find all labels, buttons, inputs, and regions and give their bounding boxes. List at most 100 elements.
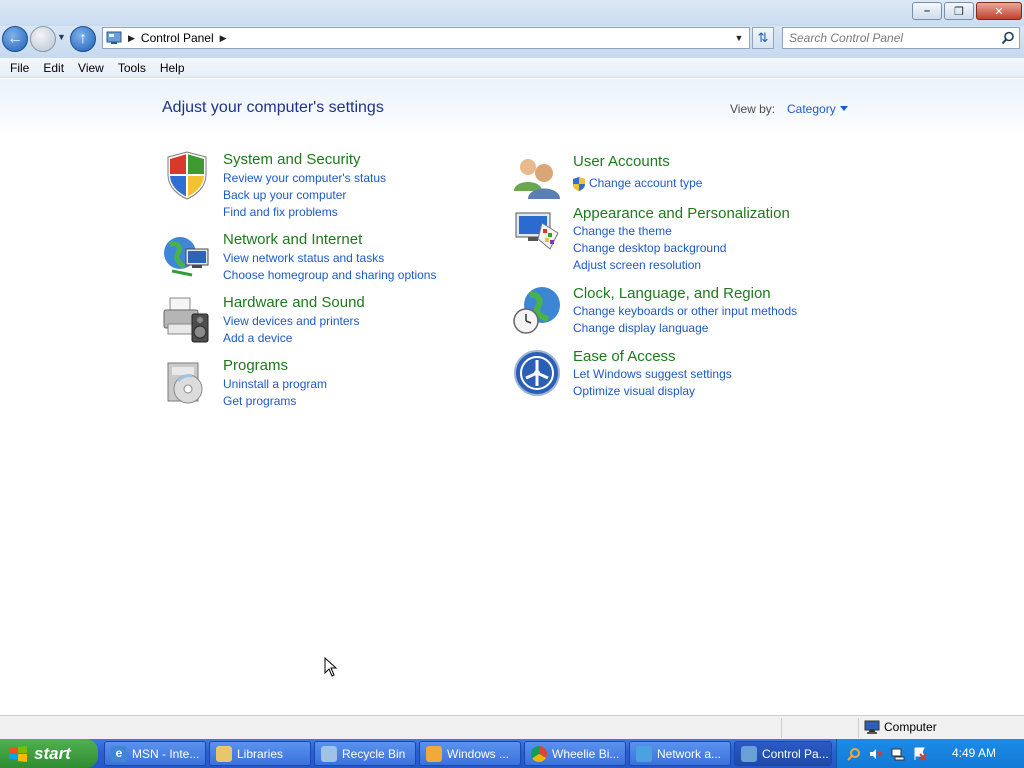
category-title[interactable]: System and Security [223, 151, 361, 168]
navigation-bar: ← ▼ ↑ ▶ Control Panel ▶ ▼ ⇅ [0, 26, 1024, 58]
menu-file[interactable]: File [0, 61, 36, 75]
category-title[interactable]: Appearance and Personalization [573, 205, 790, 222]
taskbar-item-recycle-bin[interactable]: Recycle Bin [314, 741, 416, 766]
forward-button[interactable] [30, 26, 56, 52]
recent-pages-dropdown[interactable]: ▼ [57, 32, 66, 42]
taskbar-item-libraries[interactable]: Libraries [209, 741, 311, 766]
category-link[interactable]: Optimize visual display [573, 384, 695, 398]
address-bar[interactable]: ▶ Control Panel ▶ ▼ [102, 27, 750, 49]
address-dropdown[interactable]: ▼ [731, 31, 747, 45]
clock[interactable]: 4:49 AM [952, 746, 996, 760]
back-button[interactable]: ← [2, 26, 28, 52]
windows-logo-icon [9, 745, 27, 762]
category-link[interactable]: Get programs [223, 394, 296, 408]
page-title: Adjust your computer's settings [162, 99, 384, 116]
view-by-dropdown[interactable]: Category [787, 102, 836, 116]
taskbar-item-windows[interactable]: Windows ... [419, 741, 521, 766]
status-bar: Computer [0, 715, 1024, 739]
breadcrumb-separator[interactable]: ▶ [128, 33, 135, 44]
category-link[interactable]: View network status and tasks [223, 251, 384, 265]
search-icon[interactable] [847, 747, 861, 761]
taskbar: start e MSN - Inte... Libraries Recycle … [0, 739, 1024, 768]
volume-muted-icon[interactable] [869, 747, 883, 761]
taskbar-item-control-panel[interactable]: Control Pa... [734, 741, 832, 766]
category-title[interactable]: Programs [223, 357, 288, 374]
search-icon[interactable] [1001, 31, 1015, 45]
category-title[interactable]: User Accounts [573, 153, 670, 170]
category-link[interactable]: Change the theme [573, 224, 672, 238]
menu-help[interactable]: Help [153, 61, 192, 75]
menu-view[interactable]: View [71, 61, 111, 75]
search-box[interactable] [782, 27, 1020, 49]
computer-icon [864, 720, 880, 734]
monitor-palette-icon[interactable] [512, 205, 562, 255]
menu-tools[interactable]: Tools [111, 61, 153, 75]
category-link[interactable]: Change keyboards or other input methods [573, 304, 797, 318]
restore-button[interactable]: ❐ [944, 2, 974, 20]
category-link[interactable]: Change account type [589, 176, 702, 190]
category-programs: Programs Uninstall a program Get program… [162, 357, 462, 408]
up-arrow-icon: ↑ [79, 30, 87, 47]
action-center-icon[interactable] [913, 747, 927, 761]
category-link[interactable]: Back up your computer [223, 188, 346, 202]
chrome-icon [531, 745, 547, 762]
back-arrow-icon: ← [7, 30, 23, 47]
category-link[interactable]: Uninstall a program [223, 377, 327, 391]
taskbar-item-label: MSN - Inte... [132, 746, 200, 761]
taskbar-item-network[interactable]: Network a... [629, 741, 731, 766]
close-button[interactable]: ✕ [976, 2, 1022, 20]
status-divider [858, 718, 859, 738]
network-icon [636, 745, 652, 762]
category-link[interactable]: Change display language [573, 321, 708, 335]
category-link[interactable]: Find and fix problems [223, 205, 338, 219]
control-panel-icon [741, 745, 757, 762]
category-link[interactable]: Adjust screen resolution [573, 258, 701, 272]
search-input[interactable] [789, 31, 999, 45]
uac-shield-icon [573, 177, 585, 191]
taskbar-item-msn[interactable]: e MSN - Inte... [104, 741, 206, 766]
category-title[interactable]: Network and Internet [223, 231, 362, 248]
category-link[interactable]: Add a device [223, 331, 292, 345]
category-hardware-sound: Hardware and Sound View devices and prin… [162, 294, 462, 345]
network-icon[interactable] [162, 231, 212, 281]
category-system-security: System and Security Review your computer… [162, 151, 462, 221]
folder-icon [216, 745, 232, 762]
taskbar-item-label: Control Pa... [762, 746, 829, 761]
shield-icon[interactable] [162, 151, 212, 201]
security-zone: Computer [864, 720, 937, 734]
category-link[interactable]: Choose homegroup and sharing options [223, 268, 436, 282]
category-title[interactable]: Hardware and Sound [223, 294, 365, 311]
start-button[interactable]: start [0, 739, 98, 768]
category-title[interactable]: Clock, Language, and Region [573, 285, 771, 302]
system-tray: 4:49 AM [836, 739, 1024, 768]
ease-of-access-icon[interactable] [512, 348, 562, 398]
title-bar: – ❐ ✕ [0, 0, 1024, 26]
menu-edit[interactable]: Edit [36, 61, 71, 75]
category-link[interactable]: View devices and printers [223, 314, 360, 328]
minimize-button[interactable]: – [912, 2, 942, 20]
mouse-cursor-icon [324, 657, 338, 677]
category-link[interactable]: Review your computer's status [223, 171, 386, 185]
status-divider [781, 718, 782, 738]
network-status-icon[interactable] [891, 747, 905, 761]
breadcrumb-control-panel[interactable]: Control Panel [141, 31, 214, 45]
taskbar-item-label: Wheelie Bi... [552, 746, 620, 761]
taskbar-item-label: Recycle Bin [342, 746, 406, 761]
category-clock-language-region: Clock, Language, and Region Change keybo… [512, 285, 832, 335]
globe-clock-icon[interactable] [512, 285, 562, 335]
category-link[interactable]: Change desktop background [573, 241, 726, 255]
category-ease-of-access: Ease of Access Let Windows suggest setti… [512, 348, 832, 398]
programs-icon[interactable] [162, 357, 212, 407]
category-appearance: Appearance and Personalization Change th… [512, 205, 832, 275]
internet-explorer-icon: e [111, 745, 127, 762]
control-panel-icon [106, 31, 122, 44]
breadcrumb-separator[interactable]: ▶ [220, 33, 227, 44]
users-icon[interactable] [512, 153, 562, 203]
category-link[interactable]: Let Windows suggest settings [573, 367, 732, 381]
view-by-caret-icon[interactable] [840, 106, 848, 111]
refresh-button[interactable]: ⇅ [752, 27, 774, 49]
taskbar-item-wheelie-bin[interactable]: Wheelie Bi... [524, 741, 626, 766]
up-button[interactable]: ↑ [70, 26, 96, 52]
category-title[interactable]: Ease of Access [573, 348, 676, 365]
printer-speaker-icon[interactable] [162, 294, 212, 344]
